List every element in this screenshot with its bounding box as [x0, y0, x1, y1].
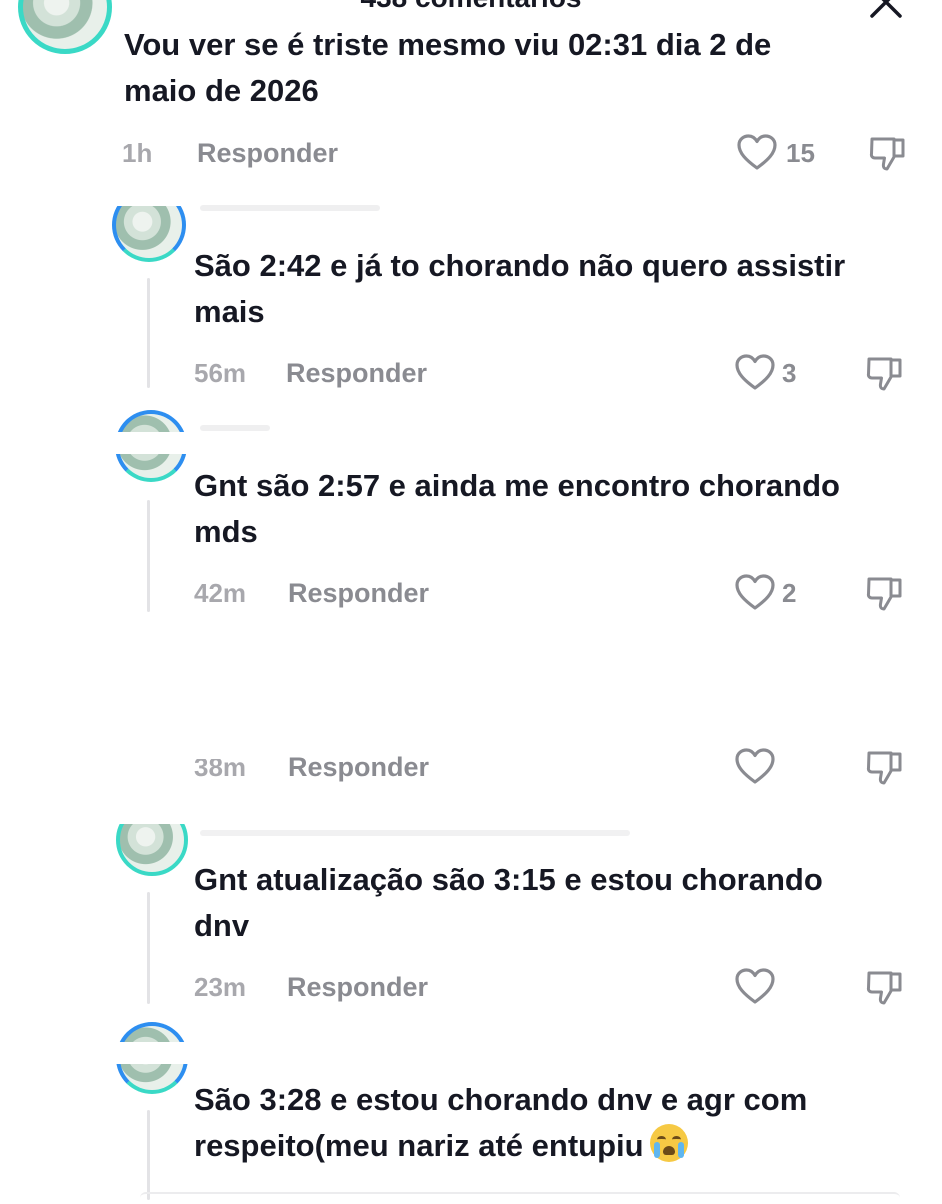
close-button[interactable] — [866, 0, 906, 18]
heart-icon — [735, 968, 775, 1004]
heart-icon — [737, 134, 777, 170]
username-hidden — [200, 425, 270, 431]
like-button[interactable] — [734, 967, 778, 1007]
comment-time: 56m — [194, 358, 247, 388]
thumbs-down-icon — [866, 751, 902, 785]
avatar[interactable] — [18, 0, 112, 54]
comment-text: São 3:28 e estou chorando dnv e agr com r… — [194, 1082, 808, 1163]
dislike-button[interactable] — [865, 573, 905, 613]
comment-text: Vou ver se é triste mesmo viu 02:31 dia … — [124, 27, 772, 108]
dislike-button[interactable] — [868, 133, 908, 173]
comment-time: 42m — [194, 578, 247, 608]
dislike-button[interactable] — [865, 967, 905, 1007]
comment-actions: 23m Responder — [0, 967, 942, 1007]
username-hidden — [200, 830, 630, 836]
comment-text: São 2:42 e já to chorando não quero assi… — [194, 248, 846, 329]
comment-actions: 56m Responder 3 — [0, 353, 942, 393]
reply-button[interactable]: Responder — [287, 967, 428, 1007]
heart-icon — [735, 354, 775, 390]
thumbs-down-icon — [866, 357, 902, 391]
like-button[interactable]: 2 — [734, 573, 814, 613]
dislike-button[interactable] — [865, 353, 905, 393]
thumbs-down-icon — [866, 577, 902, 611]
heart-icon — [735, 748, 775, 784]
reply-button[interactable]: Responder — [288, 747, 429, 787]
reply-button[interactable]: Responder — [286, 353, 427, 393]
comment-actions: 1h Responder 15 — [0, 133, 942, 173]
like-button[interactable]: 15 — [736, 133, 826, 173]
thumbs-down-icon — [866, 971, 902, 1005]
comment-text: Gnt atualização são 3:15 e estou chorand… — [194, 862, 823, 943]
reply-button[interactable]: Responder — [197, 133, 338, 173]
comment-actions: 38m Responder — [0, 747, 942, 787]
reply-button[interactable]: Responder — [288, 573, 429, 613]
comment-actions: 42m Responder 2 — [0, 573, 942, 613]
crying-emoji-icon — [649, 1124, 688, 1162]
like-count: 3 — [782, 358, 797, 388]
comment-time: 23m — [194, 972, 247, 1002]
comments-count-title: 438 comentários — [0, 0, 942, 14]
close-icon — [870, 0, 902, 18]
thumbs-down-icon — [869, 137, 905, 171]
dislike-button[interactable] — [865, 747, 905, 787]
thread-line — [147, 1110, 150, 1200]
comment-text: Gnt são 2:57 e ainda me encontro chorand… — [194, 468, 840, 549]
comment-time: 1h — [122, 138, 153, 168]
like-count: 15 — [786, 138, 815, 168]
comment-input-edge — [140, 1192, 900, 1204]
like-button[interactable]: 3 — [734, 353, 814, 393]
username-hidden — [200, 205, 380, 211]
like-button[interactable] — [734, 747, 778, 787]
heart-icon — [735, 574, 775, 610]
like-count: 2 — [782, 578, 797, 608]
